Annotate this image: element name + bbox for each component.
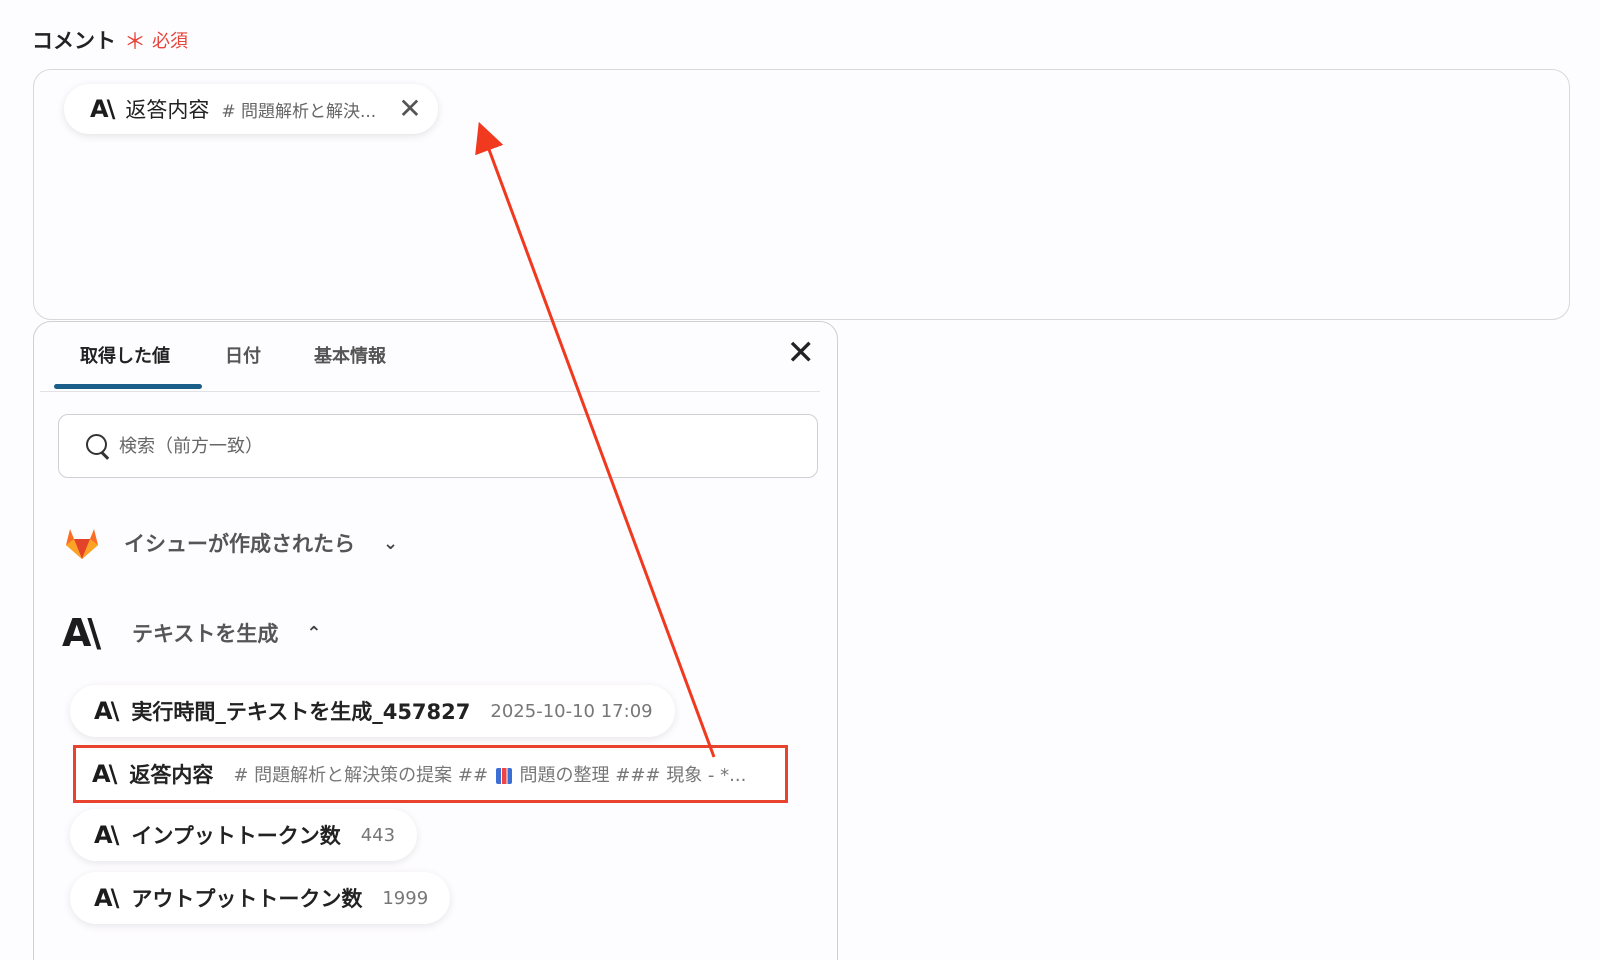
group-title: テキストを生成 xyxy=(132,622,279,646)
anthropic-logo-icon: A\ xyxy=(94,697,119,725)
item-value: 443 xyxy=(360,824,396,846)
stage: コメント ＊ 必須 A\ 返答内容 # 問題解析と解決... ✕ 取得した値 日… xyxy=(0,0,1600,960)
comment-input[interactable]: A\ 返答内容 # 問題解析と解決... ✕ xyxy=(33,69,1570,320)
item-value-suffix: 問題の整理 ### 現象 - *... xyxy=(519,765,747,786)
tab-bar: 取得した値 日付 基本情報 xyxy=(40,322,820,392)
chevron-down-icon: ⌄ xyxy=(383,532,399,554)
chevron-up-icon: ⌃ xyxy=(306,622,322,644)
item-label: 実行時間_テキストを生成_457827 xyxy=(131,700,471,724)
item-label: アウトプットトークン数 xyxy=(131,887,363,911)
required-text: 必須 xyxy=(152,31,189,52)
field-label-text: コメント xyxy=(32,29,116,53)
item-value-prefix: # 問題解析と解決策の提案 ## xyxy=(233,765,489,786)
panel-close-icon[interactable]: ✕ xyxy=(787,336,816,370)
tab-date[interactable]: 日付 xyxy=(225,342,261,368)
variable-chip[interactable]: A\ 返答内容 # 問題解析と解決... ✕ xyxy=(64,84,438,134)
list-item-response-content[interactable]: A\ 返答内容 # 問題解析と解決策の提案 ## 問題の整理 ### 現象 - … xyxy=(73,745,788,803)
comment-field-label: コメント ＊ 必須 xyxy=(32,24,188,56)
anthropic-logo-icon: A\ xyxy=(94,821,119,849)
variable-picker-panel: 取得した値 日付 基本情報 ✕ イシューが作成されたら ⌄ A\ テキストを生成… xyxy=(33,321,838,960)
gitlab-fox-icon xyxy=(66,529,98,559)
anthropic-logo-icon: A\ xyxy=(94,884,119,912)
group-gitlab-issue[interactable]: イシューが作成されたら ⌄ xyxy=(62,525,398,561)
search-box[interactable] xyxy=(58,414,818,478)
search-icon xyxy=(85,433,111,459)
list-item-input-tokens[interactable]: A\ インプットトークン数 443 xyxy=(70,809,418,861)
chip-label: 返答内容 xyxy=(125,98,210,122)
item-value: 1999 xyxy=(382,887,429,909)
item-value: 2025-10-10 17:09 xyxy=(490,700,653,722)
item-value: # 問題解析と解決策の提案 ## 問題の整理 ### 現象 - *... xyxy=(233,761,746,787)
list-item-execution-time[interactable]: A\ 実行時間_テキストを生成_457827 2025-10-10 17:09 xyxy=(70,685,675,737)
item-label: 返答内容 xyxy=(129,763,214,787)
required-asterisk: ＊ xyxy=(124,30,147,55)
search-input[interactable] xyxy=(119,435,719,457)
chip-remove-icon[interactable]: ✕ xyxy=(398,95,421,123)
anthropic-logo-icon: A\ xyxy=(90,95,115,123)
tab-retrieved-values[interactable]: 取得した値 xyxy=(80,342,170,368)
group-title: イシューが作成されたら xyxy=(124,532,355,556)
anthropic-logo-icon: A\ xyxy=(92,760,117,788)
chip-preview: # 問題解析と解決... xyxy=(221,101,377,122)
group-generate-text[interactable]: A\ テキストを生成 ⌃ xyxy=(62,611,321,655)
active-tab-indicator xyxy=(54,384,202,389)
list-item-output-tokens[interactable]: A\ アウトプットトークン数 1999 xyxy=(70,872,451,924)
tab-basic-info[interactable]: 基本情報 xyxy=(314,342,386,368)
item-label: インプットトークン数 xyxy=(131,824,341,848)
bar-chart-icon xyxy=(495,768,512,784)
anthropic-logo-icon: A\ xyxy=(62,611,101,655)
